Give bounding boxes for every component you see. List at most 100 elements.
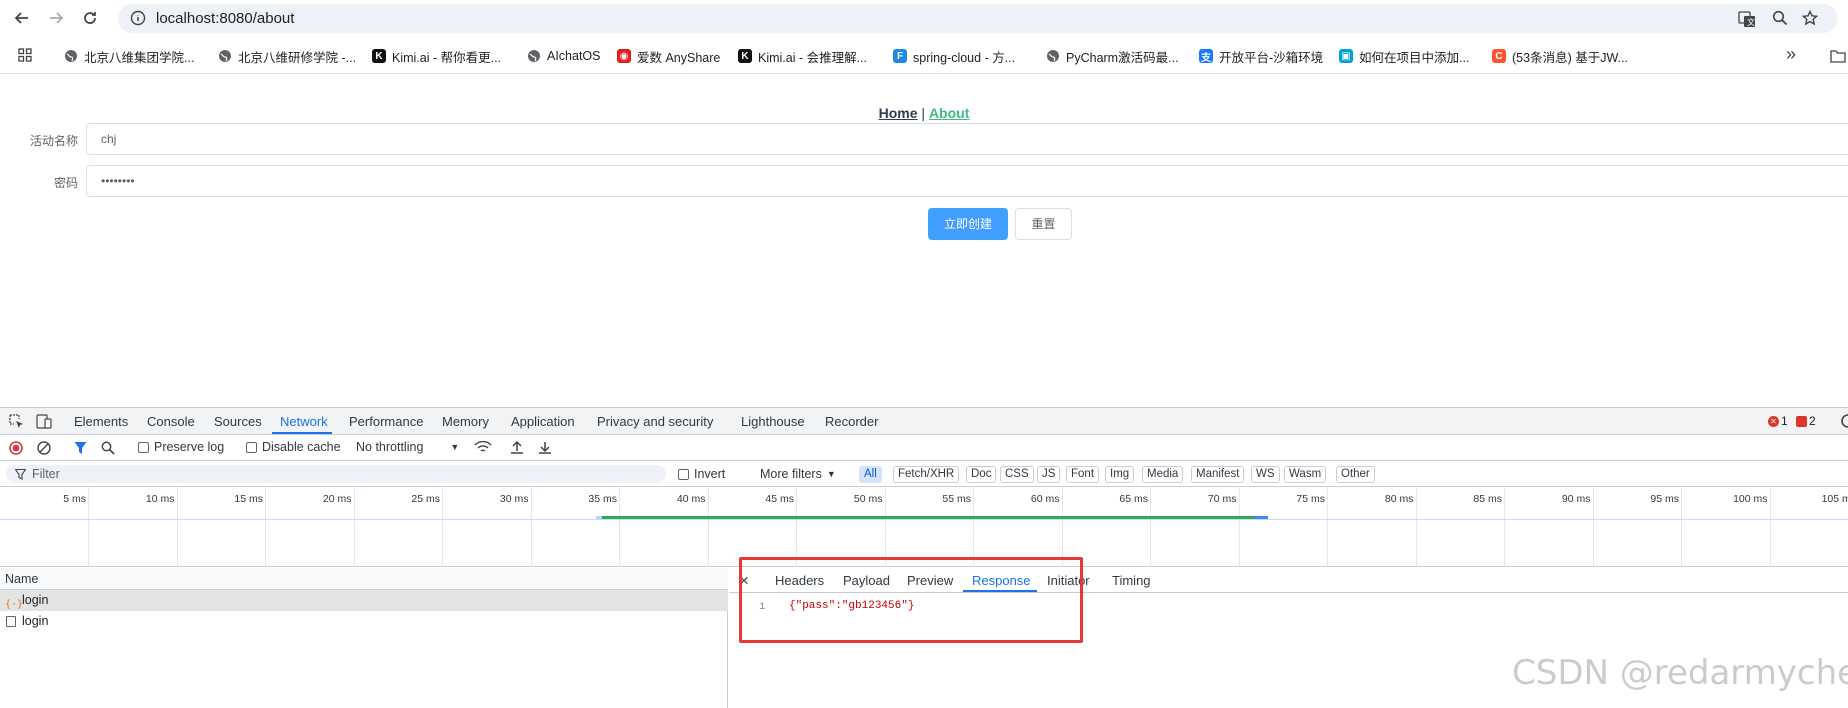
translate-icon[interactable]: 文 (1738, 10, 1756, 28)
timeline-gridline (1592, 487, 1594, 567)
home-link[interactable]: Home (879, 105, 918, 121)
filter-icon (15, 469, 26, 480)
devtools-tab-elements[interactable]: Elements (74, 414, 128, 429)
globe-icon (1046, 49, 1060, 63)
timeline-tick-label: 20 ms (322, 493, 352, 505)
bookmark-label: 爱数 AnyShare (637, 50, 721, 65)
preserve-log-checkbox[interactable] (138, 441, 149, 453)
disable-cache-checkbox[interactable] (246, 441, 257, 453)
throttling-select[interactable]: No throttling ▼ (356, 440, 459, 454)
dropdown-caret-icon: ▼ (450, 442, 460, 452)
timeline-tick-label: 30 ms (499, 493, 529, 505)
devtools-tab-performance[interactable]: Performance (349, 414, 423, 429)
devtools-tab-console[interactable]: Console (147, 414, 195, 429)
import-har-icon[interactable] (510, 440, 524, 455)
filter-chip-js[interactable]: JS (1037, 466, 1061, 483)
devtools-tab-lighthouse[interactable]: Lighthouse (741, 414, 805, 429)
zoom-icon[interactable] (1772, 10, 1788, 26)
highlight-annotation-box (739, 557, 1083, 643)
about-link[interactable]: About (929, 105, 969, 121)
request-row-login-doc[interactable]: login (0, 611, 728, 632)
more-filters-button[interactable]: More filters ▼ (760, 467, 836, 481)
bookmark-label: 北京八维集团学院... (84, 50, 195, 65)
bookmark-item[interactable]: 北京八维集团学院... (64, 47, 194, 65)
filter-funnel-icon[interactable] (74, 441, 87, 455)
disable-cache-toggle[interactable]: Disable cache (246, 440, 341, 454)
bookmark-item[interactable]: 支开放平台-沙箱环境 (1199, 47, 1323, 65)
settings-gear-icon[interactable] (1838, 413, 1848, 429)
password-input[interactable]: •••••••• (86, 165, 1848, 197)
issues-counter[interactable]: 2 (1796, 414, 1816, 428)
password-label: 密码 (53, 176, 78, 190)
devtools-tab-recorder[interactable]: Recorder (825, 414, 878, 429)
devtools-tab-memory[interactable]: Memory (442, 414, 489, 429)
bookmark-item[interactable]: ▣ 如何在项目中添加... (1339, 47, 1469, 65)
arrow-left-icon (14, 10, 30, 26)
invert-checkbox[interactable] (678, 468, 689, 480)
record-stop-icon[interactable] (9, 441, 23, 455)
invert-toggle[interactable]: Invert (678, 467, 725, 481)
create-button[interactable]: 立即创建 (928, 208, 1008, 240)
network-conditions-icon[interactable] (474, 440, 492, 455)
bookmark-item[interactable]: K Kimi.ai - 会推理解... (738, 47, 867, 65)
forward-button[interactable] (46, 8, 66, 28)
device-toolbar-icon[interactable] (36, 414, 52, 429)
timeline-gridline (707, 487, 709, 567)
back-button[interactable] (12, 8, 32, 28)
bookmark-item[interactable]: C (53条消息) 基于JW... (1492, 47, 1628, 65)
filter-chip-all[interactable]: All (859, 466, 882, 483)
request-row-login-fetch[interactable]: {·} login (0, 590, 728, 611)
bookmark-item[interactable]: ◉ 爱数 AnyShare (617, 47, 720, 65)
clear-icon[interactable] (37, 441, 51, 455)
network-overview-timeline[interactable]: 5 ms 10 ms 15 ms 20 ms 25 ms 30 ms 35 ms 40 ms 4… (0, 487, 1848, 567)
star-icon[interactable] (1802, 10, 1818, 26)
bookmark-item[interactable]: Fspring-cloud - 方... (893, 47, 1015, 65)
bookmark-label: 北京八维研修学院 -... (238, 50, 357, 65)
bookmark-item[interactable]: PyCharm激活码最... (1046, 47, 1179, 65)
inspect-element-icon[interactable] (9, 414, 24, 429)
devtools-tab-network[interactable]: Network (280, 414, 328, 429)
reload-button[interactable] (80, 8, 100, 28)
activity-name-input[interactable]: chj (86, 123, 1848, 155)
bookmark-item[interactable]: 北京八维研修学院 -... (218, 47, 356, 65)
filter-chip-ws[interactable]: WS (1251, 466, 1280, 483)
devtools-tab-application[interactable]: Application (511, 414, 575, 429)
document-icon (6, 616, 16, 627)
filter-chip-manifest[interactable]: Manifest (1191, 466, 1245, 483)
filter-chip-font[interactable]: Font (1066, 466, 1100, 483)
preserve-log-toggle[interactable]: Preserve log (138, 440, 224, 454)
arrow-right-icon (48, 10, 64, 26)
bookmark-label: 如何在项目中添加... (1359, 50, 1470, 65)
activity-name-label: 活动名称 (29, 134, 78, 148)
export-har-icon[interactable] (538, 440, 552, 455)
bookmarks-more-button[interactable]: » (1786, 44, 1796, 65)
bookmark-item[interactable]: K Kimi.ai - 帮你看更... (372, 47, 501, 65)
search-icon[interactable] (101, 441, 115, 455)
filter-chip-other[interactable]: Other (1336, 466, 1375, 483)
apps-grid-icon[interactable] (18, 48, 32, 62)
timeline-gridline (88, 487, 89, 567)
devtools-tab-privacy-and-security[interactable]: Privacy and security (597, 414, 713, 429)
filter-chip-wasm[interactable]: Wasm (1284, 466, 1327, 483)
filter-chip-img[interactable]: Img (1105, 466, 1135, 483)
address-bar[interactable]: localhost:8080/about 文 (118, 4, 1838, 33)
filter-chip-css[interactable]: CSS (1000, 466, 1034, 483)
filter-chip-media[interactable]: Media (1142, 466, 1184, 483)
dropdown-caret-icon: ▼ (826, 469, 836, 479)
detail-tab-timing[interactable]: Timing (1112, 573, 1151, 588)
bookmark-label: (53条消息) 基于JW... (1512, 50, 1628, 65)
filter-chip-doc[interactable]: Doc (966, 466, 997, 483)
reset-button[interactable]: 重置 (1015, 208, 1072, 240)
error-counter[interactable]: ✕ 1 (1768, 414, 1788, 428)
filter-input[interactable]: Filter (6, 465, 666, 483)
name-column-header[interactable]: Name (0, 568, 728, 590)
timeline-tick-label: 105 ms (1821, 493, 1848, 505)
folder-icon[interactable] (1830, 49, 1846, 63)
filter-chip-fetch-xhr[interactable]: Fetch/XHR (893, 466, 960, 483)
timeline-gridline (884, 487, 886, 567)
url-text: localhost:8080/about (156, 10, 295, 27)
anyshare-icon: ◉ (617, 49, 631, 63)
bookmark-item[interactable]: AIchatOS (527, 47, 601, 65)
devtools-tab-sources[interactable]: Sources (214, 414, 262, 429)
info-icon[interactable] (130, 10, 146, 26)
